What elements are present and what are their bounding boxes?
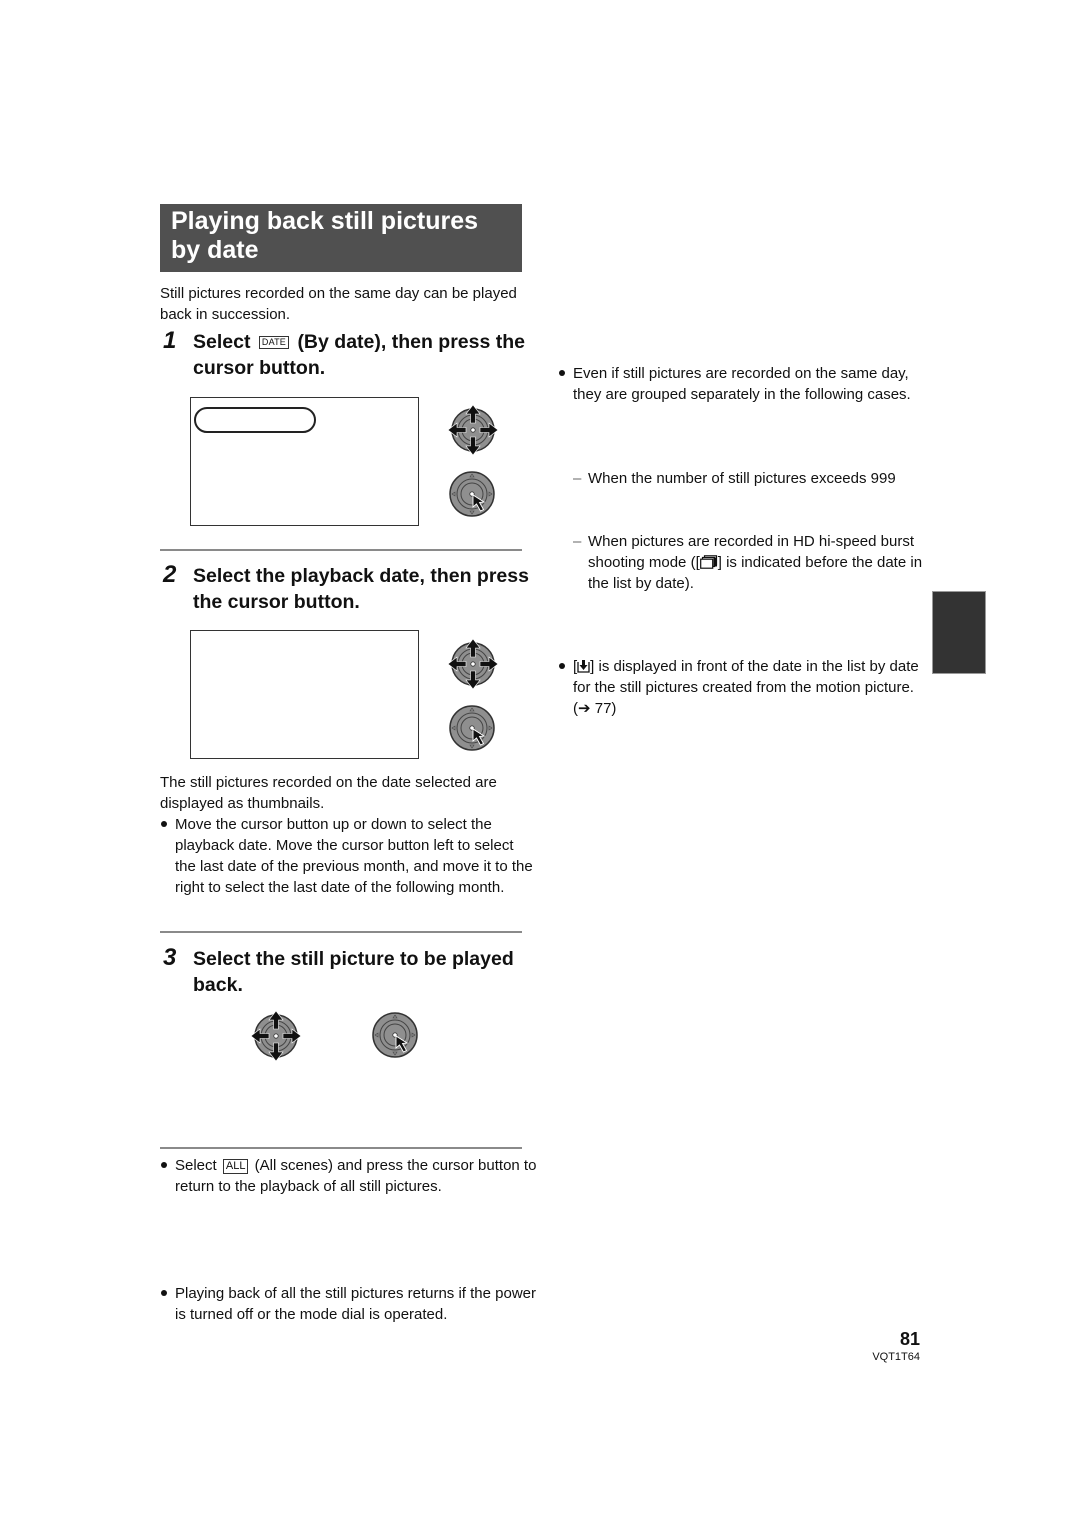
step-1-text-start: Select [193,331,251,353]
step-2-number: 2 [163,561,177,588]
cursor-button-press-icon [372,1012,418,1058]
step-2-paragraph: The still pictures recorded on the date … [160,774,497,812]
all-scenes-icon: ALL [222,1159,249,1174]
step-3-number: 3 [163,944,177,971]
step-2: 2 Select the playback date, then press t… [163,561,533,619]
cursor-button-press-icon [449,471,495,517]
step-3-bullet-start: Select [175,1157,217,1174]
section-title-line1: Playing back still pictures [171,207,479,235]
divider [160,549,522,551]
divider [160,1147,522,1149]
chapter-side-tab [932,591,986,674]
step-3-text: Select the still picture to be played ba… [193,948,514,996]
case-exceeds-999: – When the number of still pictures exce… [573,468,935,489]
still-from-motion-icon [577,660,590,673]
cursor-button-press-icon [449,705,495,751]
dash-marker: – [573,533,582,550]
dash-marker: – [573,470,582,487]
general-note-bullet: Playing back of all the still pictures r… [160,1283,537,1325]
step-3: 3 Select the still picture to be played … [163,944,533,1002]
cursor-button-move-icon [250,1010,302,1062]
step-1-screen-illustration [190,397,419,526]
case-burst-mode: – When pictures are recorded in HD hi-sp… [573,531,935,594]
right-bullet-from-motion: [ ] is displayed in front of the date in… [558,656,935,719]
step-2-text: Select the playback date, then press the… [193,565,529,613]
cursor-button-move-icon [447,404,499,456]
case-exceeds-999-text: When the number of still pictures exceed… [588,470,896,487]
step-3-bullet: Select ALL (All scenes) and press the cu… [160,1155,537,1197]
section-title-line2: by date [171,236,259,264]
right-bullet-grouping: Even if still pictures are recorded on t… [558,363,935,405]
step-2-bullet: Move the cursor button up or down to sel… [160,814,537,898]
page-number: 81 [899,1329,920,1349]
bullet2-text: ] is displayed in front of the date in t… [573,658,919,717]
step-1: 1 Select DATE (By date), then press the … [163,327,533,385]
section-title-band: Playing back still pictures by date [160,204,522,272]
step-1-text: Select DATE (By date), then press the cu… [193,329,533,381]
menu-highlight-pill [194,407,316,433]
hd-burst-shooting-icon [699,555,717,569]
cursor-button-move-icon [447,638,499,690]
step-1-number: 1 [163,327,177,354]
date-mode-icon: DATE [258,336,290,349]
intro-paragraph: Still pictures recorded on the same day … [160,285,517,323]
document-code: VQT1T64 [872,1351,920,1363]
divider [160,931,522,933]
step-2-screen-illustration [190,630,419,759]
